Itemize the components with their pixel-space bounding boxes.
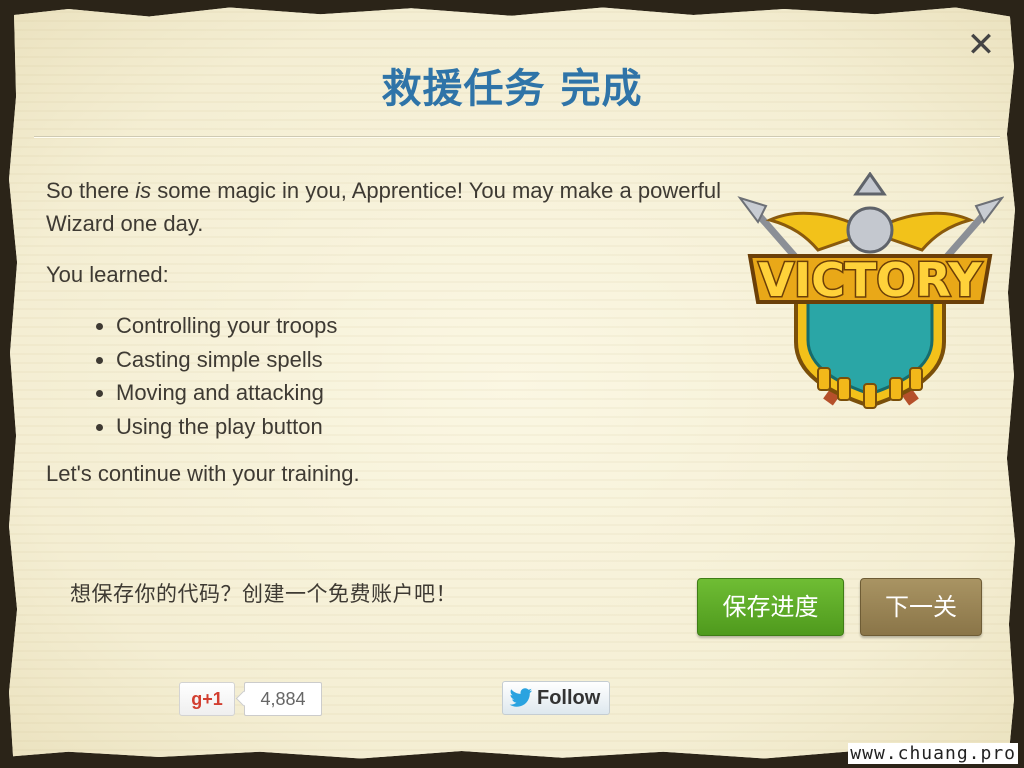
modal-title: 救援任务 完成 bbox=[381, 66, 643, 112]
list-item: Moving and attacking bbox=[116, 376, 736, 410]
victory-modal: ✕ 救援任务 完成 So there is some magic in you,… bbox=[9, 7, 1015, 759]
modal-body: So there is some magic in you, Apprentic… bbox=[46, 174, 736, 508]
list-item: Controlling your troops bbox=[116, 309, 736, 343]
save-progress-button[interactable]: 保存进度 bbox=[697, 578, 844, 636]
twitter-bird-icon bbox=[509, 688, 532, 707]
save-prompt-text: 想保存你的代码？创建一个免费账户吧！ bbox=[70, 582, 457, 606]
google-plus-icon: g bbox=[191, 689, 203, 709]
intro-text: So there is some magic in you, Apprentic… bbox=[46, 178, 722, 236]
next-level-button[interactable]: 下一关 bbox=[860, 578, 982, 636]
intro-emphasis: is bbox=[135, 178, 152, 203]
twitter-follow-button[interactable]: Follow bbox=[502, 681, 610, 715]
watermark-text: www.chuang.pro bbox=[848, 743, 1018, 764]
twitter-follow-label: Follow bbox=[537, 687, 601, 709]
google-plus-button[interactable]: g+1 bbox=[179, 682, 235, 716]
badge-text: VICTORY bbox=[758, 253, 982, 307]
title-divider bbox=[34, 136, 1000, 138]
closing-text: Let's continue with your training. bbox=[46, 461, 360, 486]
victory-badge-icon: VICTORY bbox=[737, 172, 1004, 409]
list-item: Casting simple spells bbox=[116, 343, 736, 377]
google-plus-count: 4,884 bbox=[244, 682, 322, 716]
learned-heading: You learned: bbox=[46, 262, 169, 287]
list-item: Using the play button bbox=[116, 410, 736, 444]
learned-list: Controlling your troops Casting simple s… bbox=[46, 309, 736, 443]
